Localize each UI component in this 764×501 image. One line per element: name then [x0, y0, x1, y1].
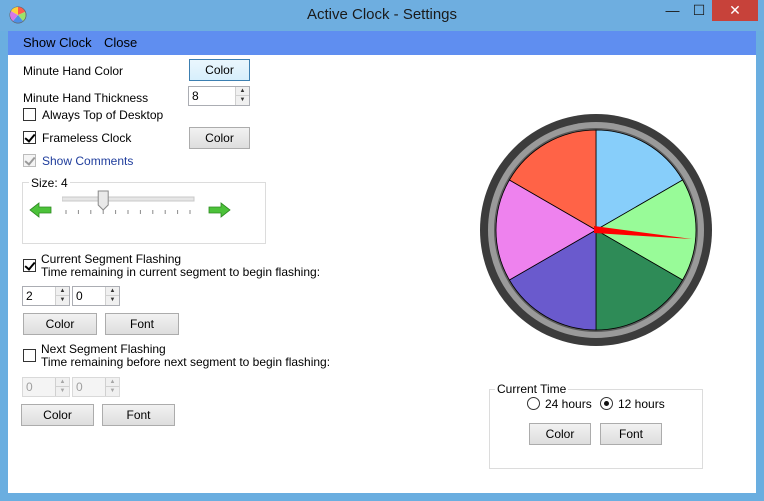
- maximize-button[interactable]: ☐: [686, 0, 712, 21]
- show-comments-label: Show Comments: [42, 154, 134, 168]
- current-segment-value-2: 0: [76, 289, 83, 303]
- current-time-color-button[interactable]: Color: [529, 423, 591, 445]
- next-segment-font-button[interactable]: Font: [102, 404, 175, 426]
- minute-hand-thickness-value: 8: [192, 89, 199, 103]
- current-segment-color-button[interactable]: Color: [23, 313, 97, 335]
- current-segment-flashing-checkbox[interactable]: [23, 259, 36, 272]
- current-segment-stepper-2[interactable]: 0 ▲ ▼: [72, 286, 120, 306]
- current-segment-description: Time remaining in current segment to beg…: [41, 265, 321, 279]
- size-label: Size: 4: [29, 176, 70, 190]
- always-top-checkbox[interactable]: [23, 108, 36, 121]
- increase-size-icon[interactable]: [207, 202, 231, 218]
- stepper-down-icon[interactable]: ▼: [106, 296, 119, 305]
- stepper-up-icon: ▲: [106, 378, 119, 387]
- menu-show-clock[interactable]: Show Clock: [23, 35, 92, 50]
- next-segment-color-button[interactable]: Color: [21, 404, 94, 426]
- stepper-up-icon: ▲: [56, 378, 69, 387]
- next-segment-value-2: 0: [76, 380, 83, 394]
- minute-hand-thickness-stepper[interactable]: 8 ▲ ▼: [188, 86, 250, 106]
- menu-bar: Show Clock Close: [8, 31, 756, 55]
- next-segment-stepper-2: 0 ▲ ▼: [72, 377, 120, 397]
- minute-hand-color-button[interactable]: Color: [189, 59, 250, 81]
- frameless-color-button[interactable]: Color: [189, 127, 250, 149]
- current-time-group: [489, 389, 703, 469]
- minute-hand-color-label: Minute Hand Color: [23, 64, 124, 78]
- stepper-up-icon[interactable]: ▲: [236, 87, 249, 96]
- next-segment-stepper-1: 0 ▲ ▼: [22, 377, 70, 397]
- stepper-down-icon[interactable]: ▼: [56, 296, 69, 305]
- settings-panel: Minute Hand Color Color Minute Hand Thic…: [8, 55, 756, 493]
- stepper-down-icon[interactable]: ▼: [236, 96, 249, 105]
- minute-hand-thickness-label: Minute Hand Thickness: [23, 91, 149, 105]
- menu-close[interactable]: Close: [104, 35, 137, 50]
- current-segment-flashing-label: Current Segment Flashing: [41, 252, 182, 266]
- current-time-title: Current Time: [495, 382, 569, 396]
- current-segment-value-1: 2: [26, 289, 33, 303]
- next-segment-flashing-checkbox[interactable]: [23, 349, 36, 362]
- current-segment-stepper-1[interactable]: 2 ▲ ▼: [22, 286, 70, 306]
- title-bar: Active Clock - Settings — ☐ ✕: [0, 0, 764, 31]
- frameless-clock-checkbox[interactable]: [23, 131, 36, 144]
- radio-12-hours-label: 12 hours: [618, 397, 665, 411]
- stepper-down-icon: ▼: [59, 388, 66, 394]
- stepper-up-icon[interactable]: ▲: [56, 287, 69, 296]
- next-segment-value-1: 0: [26, 380, 33, 394]
- stepper-down-icon: ▼: [109, 388, 116, 394]
- show-comments-checkbox[interactable]: [23, 154, 36, 167]
- next-segment-flashing-label: Next Segment Flashing: [41, 342, 166, 356]
- next-segment-description: Time remaining before next segment to be…: [41, 355, 331, 369]
- always-top-label: Always Top of Desktop: [42, 108, 164, 122]
- radio-24-hours-label: 24 hours: [545, 397, 592, 411]
- radio-12-hours[interactable]: [600, 397, 613, 410]
- current-segment-font-button[interactable]: Font: [105, 313, 179, 335]
- size-slider-thumb[interactable]: [97, 190, 109, 211]
- size-slider[interactable]: [62, 189, 198, 219]
- clock-preview: [480, 114, 712, 346]
- close-window-button[interactable]: ✕: [712, 0, 758, 21]
- stepper-up-icon[interactable]: ▲: [106, 287, 119, 296]
- minimize-button[interactable]: —: [659, 0, 686, 21]
- decrease-size-icon[interactable]: [29, 202, 53, 218]
- frameless-clock-label: Frameless Clock: [42, 131, 132, 145]
- current-time-font-button[interactable]: Font: [600, 423, 662, 445]
- radio-24-hours[interactable]: [527, 397, 540, 410]
- window-title: Active Clock - Settings: [306, 6, 458, 23]
